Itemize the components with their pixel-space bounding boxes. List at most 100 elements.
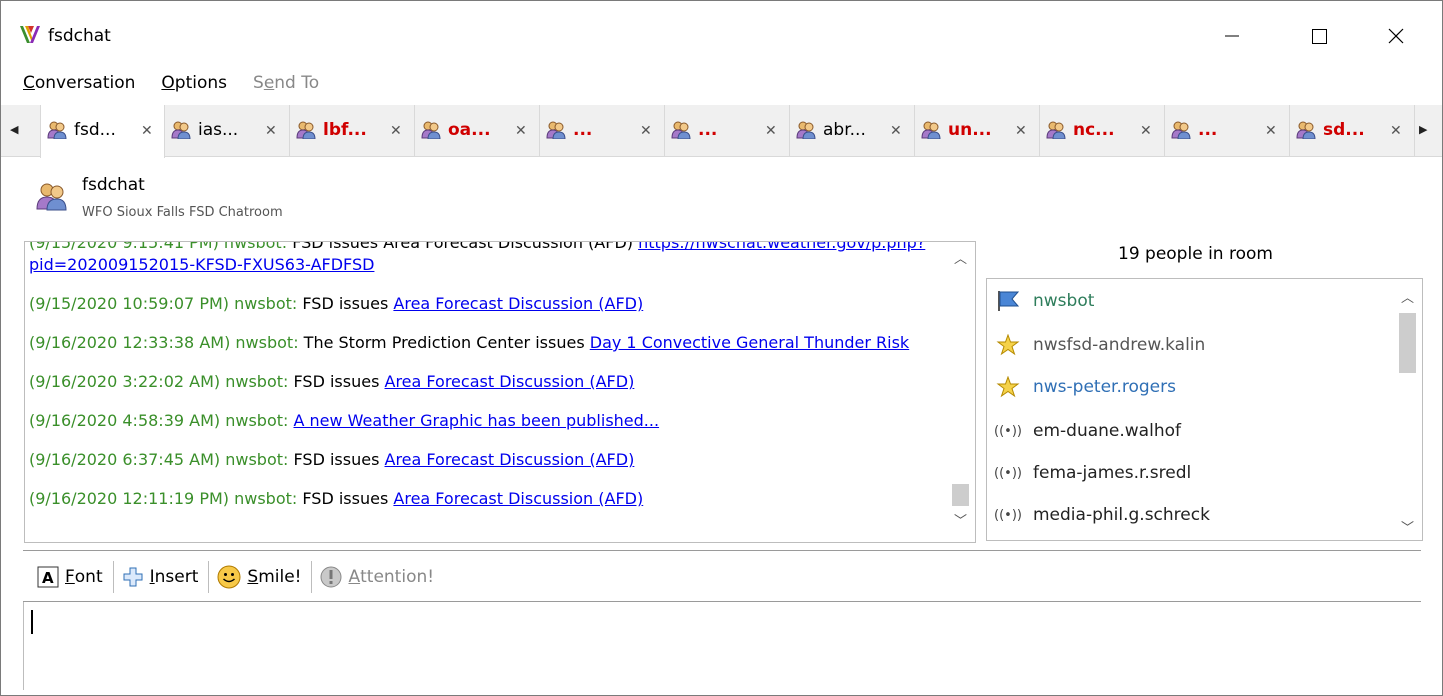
tab-7[interactable]: un... ✕ bbox=[915, 105, 1040, 157]
chat-message: (9/16/2020 12:33:38 AM) nwsbot: The Stor… bbox=[29, 332, 939, 354]
scrollbar-thumb[interactable] bbox=[1399, 313, 1416, 373]
minimize-button[interactable] bbox=[1206, 15, 1256, 57]
smile-button[interactable]: Smile! bbox=[209, 557, 311, 597]
close-tab-icon[interactable]: ✕ bbox=[265, 123, 277, 139]
tab-label: ... bbox=[1198, 120, 1218, 140]
insert-button[interactable]: Insert bbox=[114, 557, 209, 597]
app-window: fsdchat Conversation Options Send To ◀ f… bbox=[0, 0, 1443, 696]
tab-8[interactable]: nc... ✕ bbox=[1040, 105, 1165, 157]
scroll-up-icon[interactable]: ︿ bbox=[954, 248, 967, 267]
room-name: fsdchat bbox=[82, 175, 145, 195]
close-tab-icon[interactable]: ✕ bbox=[1390, 123, 1402, 139]
attention-icon bbox=[320, 566, 342, 588]
person-item[interactable]: nws-peter.rogers bbox=[993, 375, 1176, 399]
tab-label: ... bbox=[698, 120, 718, 140]
close-tab-icon[interactable]: ✕ bbox=[640, 123, 652, 139]
scroll-down-icon[interactable]: ﹀ bbox=[1401, 517, 1414, 536]
tab-scroll-left-icon[interactable]: ◀ bbox=[10, 123, 18, 136]
person-item[interactable]: ((•)) em-duane.walhof bbox=[993, 419, 1181, 443]
message-link[interactable]: Area Forecast Discussion (AFD) bbox=[393, 489, 643, 508]
splitter[interactable] bbox=[23, 550, 1421, 551]
person-item[interactable]: nwsbot bbox=[993, 289, 1094, 313]
menu-options[interactable]: Options bbox=[161, 73, 227, 99]
close-tab-icon[interactable]: ✕ bbox=[765, 123, 777, 139]
font-button[interactable]: A Font bbox=[29, 557, 113, 597]
tabs: fsd... ✕ ias... ✕ lbf... ✕ oa... ✕... ✕... ✕ abr..… bbox=[40, 105, 1415, 158]
close-tab-icon[interactable]: ✕ bbox=[390, 123, 402, 139]
message-input[interactable] bbox=[23, 602, 1421, 682]
attention-button[interactable]: Attention! bbox=[312, 557, 444, 597]
chatroom-icon bbox=[671, 121, 691, 144]
chat-message: (9/15/2020 9:15:41 PM) nwsbot: FSD issue… bbox=[29, 242, 939, 276]
chatroom-icon bbox=[47, 121, 67, 144]
message-link[interactable]: Area Forecast Discussion (AFD) bbox=[393, 294, 643, 313]
message-timestamp: (9/16/2020 6:37:45 AM) bbox=[29, 450, 221, 469]
message-timestamp: (9/16/2020 12:33:38 AM) bbox=[29, 333, 231, 352]
close-tab-icon[interactable]: ✕ bbox=[141, 123, 153, 139]
room-description: WFO Sioux Falls FSD Chatroom bbox=[82, 205, 283, 220]
close-tab-icon[interactable]: ✕ bbox=[1015, 123, 1027, 139]
chatroom-icon bbox=[796, 121, 816, 144]
person-item[interactable]: ((•)) fema-james.r.sredl bbox=[993, 461, 1191, 485]
scroll-down-icon[interactable]: ﹀ bbox=[954, 510, 967, 529]
message-link[interactable]: Day 1 Convective General Thunder Risk bbox=[590, 333, 909, 352]
message-sender: nwsbot: bbox=[225, 411, 289, 430]
message-sender: nwsbot: bbox=[234, 294, 298, 313]
flag-icon bbox=[993, 290, 1023, 312]
close-tab-icon[interactable]: ✕ bbox=[1265, 123, 1277, 139]
conversation-tab-strip: ◀ fsd... ✕ ias... ✕ lbf... ✕ oa... ✕... ✕... ✕ abr… bbox=[1, 105, 1442, 158]
message-timestamp: (9/15/2020 10:59:07 PM) bbox=[29, 294, 230, 313]
chatroom-icon bbox=[921, 121, 941, 144]
message-timestamp: (9/16/2020 4:58:39 AM) bbox=[29, 411, 221, 430]
person-item[interactable]: nwsfsd-andrew.kalin bbox=[993, 333, 1205, 357]
scroll-up-icon[interactable]: ︿ bbox=[1401, 287, 1414, 306]
message-text: FSD issues bbox=[293, 372, 380, 391]
menu-bar: Conversation Options Send To bbox=[23, 73, 319, 99]
plus-icon bbox=[122, 566, 144, 588]
close-tab-icon[interactable]: ✕ bbox=[1140, 123, 1152, 139]
person-name: fema-james.r.sredl bbox=[1033, 463, 1192, 483]
menu-conversation[interactable]: Conversation bbox=[23, 73, 135, 99]
tab-4[interactable]: ... ✕ bbox=[540, 105, 665, 157]
message-text: FSD issues bbox=[302, 489, 389, 508]
menu-send-to[interactable]: Send To bbox=[253, 73, 319, 99]
tab-1[interactable]: ias... ✕ bbox=[165, 105, 290, 157]
chatroom-icon bbox=[546, 121, 566, 144]
tab-0[interactable]: fsd... ✕ bbox=[40, 105, 165, 158]
tab-9[interactable]: ... ✕ bbox=[1165, 105, 1290, 157]
tab-10[interactable]: sd... ✕ bbox=[1290, 105, 1415, 157]
people-count: 19 people in room bbox=[1118, 244, 1273, 264]
people-scrollbar[interactable]: ︿ ﹀ bbox=[1392, 279, 1422, 540]
chat-scrollbar[interactable]: ︿ ﹀ bbox=[945, 242, 975, 542]
chatroom-icon bbox=[296, 121, 316, 144]
person-name: em-duane.walhof bbox=[1033, 421, 1181, 441]
chat-message: (9/15/2020 10:59:07 PM) nwsbot: FSD issu… bbox=[29, 293, 939, 315]
chat-log[interactable]: (9/15/2020 9:15:41 PM) nwsbot: FSD issue… bbox=[24, 241, 976, 543]
scrollbar-thumb[interactable] bbox=[952, 484, 969, 506]
message-link[interactable]: A new Weather Graphic has been published… bbox=[293, 411, 659, 430]
person-name: nwsbot bbox=[1033, 291, 1095, 311]
star-badge-icon bbox=[993, 334, 1023, 356]
chat-messages: (9/15/2020 9:15:41 PM) nwsbot: FSD issue… bbox=[29, 242, 939, 527]
message-sender: nwsbot: bbox=[225, 450, 289, 469]
message-sender: nwsbot: bbox=[234, 489, 298, 508]
broadcast-icon: ((•)) bbox=[994, 465, 1022, 481]
chat-message: (9/16/2020 3:22:02 AM) nwsbot: FSD issue… bbox=[29, 371, 939, 393]
message-link[interactable]: Area Forecast Discussion (AFD) bbox=[385, 372, 635, 391]
tab-6[interactable]: abr... ✕ bbox=[790, 105, 915, 157]
tab-scroll-right-icon[interactable]: ▶ bbox=[1419, 123, 1427, 136]
window-title: fsdchat bbox=[48, 26, 111, 46]
message-link[interactable]: Area Forecast Discussion (AFD) bbox=[385, 450, 635, 469]
tab-3[interactable]: oa... ✕ bbox=[415, 105, 540, 157]
tab-2[interactable]: lbf... ✕ bbox=[290, 105, 415, 157]
tab-5[interactable]: ... ✕ bbox=[665, 105, 790, 157]
person-name: nws-peter.rogers bbox=[1033, 377, 1176, 397]
people-list[interactable]: nwsbot nwsfsd-andrew.kalin nws-peter.rog… bbox=[986, 278, 1423, 541]
message-timestamp: (9/16/2020 12:11:19 PM) bbox=[29, 489, 230, 508]
close-tab-icon[interactable]: ✕ bbox=[890, 123, 902, 139]
close-tab-icon[interactable]: ✕ bbox=[515, 123, 527, 139]
compose-toolbar: A Font Insert Smile! Attention! bbox=[29, 557, 444, 597]
close-button[interactable] bbox=[1371, 15, 1421, 57]
maximize-button[interactable] bbox=[1294, 15, 1344, 57]
person-item[interactable]: ((•)) media-phil.g.schreck bbox=[993, 503, 1210, 527]
